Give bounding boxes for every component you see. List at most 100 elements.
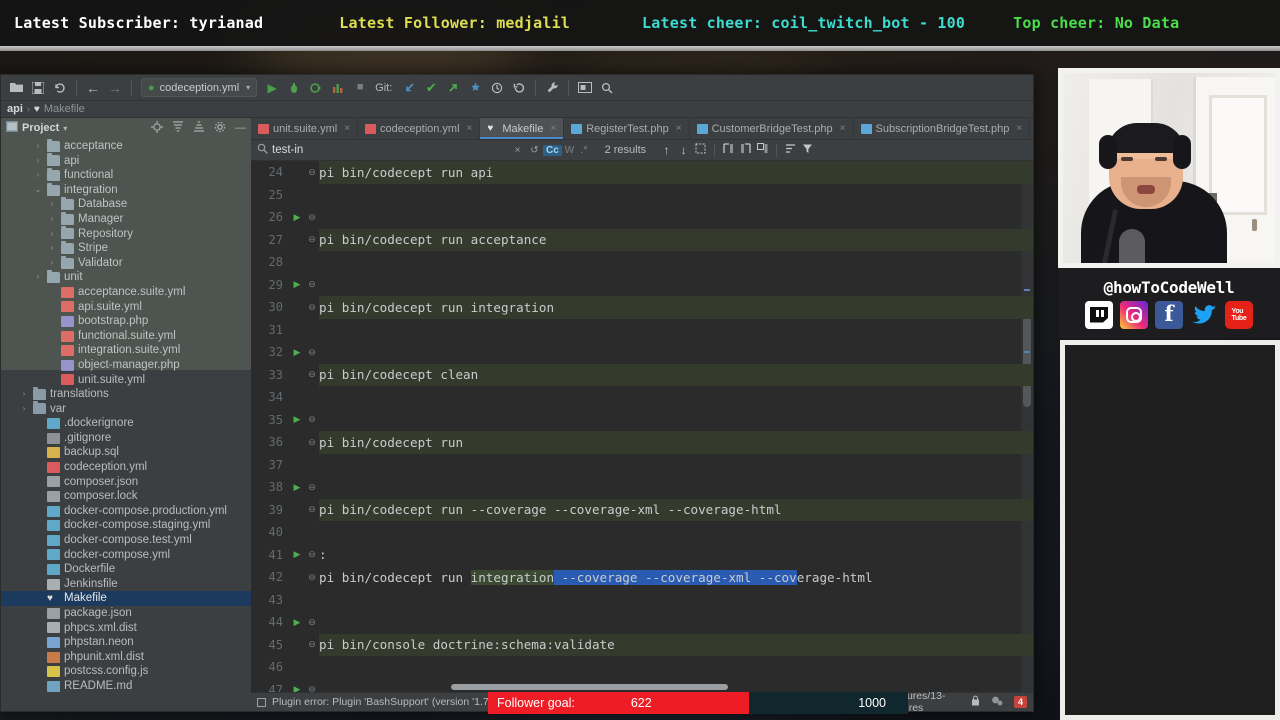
code-editor[interactable]: 24 ⊖ pi bin/codecept run api 25 26 ▶ ⊖ 27 ⊖ pi bi… bbox=[251, 161, 1033, 692]
close-icon[interactable]: × bbox=[550, 123, 556, 134]
fold-marker-icon[interactable]: ⊖ bbox=[305, 549, 319, 560]
tree-toggle-icon[interactable]: › bbox=[47, 241, 57, 256]
tree-item-readme-md[interactable]: README.md bbox=[1, 679, 251, 694]
editor-tab-registertest-php[interactable]: RegisterTest.php × bbox=[564, 118, 690, 139]
tree-item--dockerignore[interactable]: .dockerignore bbox=[1, 416, 251, 431]
code-line[interactable]: 25 bbox=[251, 184, 1033, 207]
tree-toggle-icon[interactable]: › bbox=[19, 387, 29, 402]
tree-item-docker-compose-yml[interactable]: docker-compose.yml bbox=[1, 548, 251, 563]
tree-toggle-icon[interactable]: › bbox=[47, 212, 57, 227]
tree-item-functional[interactable]: › functional bbox=[1, 167, 251, 183]
run-button[interactable]: ▶ bbox=[261, 77, 283, 99]
editor-tab-customerbridgetest-php[interactable]: CustomerBridgeTest.php × bbox=[690, 118, 854, 139]
fold-marker-icon[interactable]: ⊖ bbox=[305, 414, 319, 425]
run-target-gutter-icon[interactable]: ▶ bbox=[289, 212, 305, 223]
code-line[interactable]: 30 ⊖ pi bin/codecept run integration bbox=[251, 296, 1033, 319]
run-target-gutter-icon[interactable]: ▶ bbox=[289, 684, 305, 692]
tree-toggle-icon[interactable]: › bbox=[33, 270, 43, 285]
close-icon[interactable]: × bbox=[467, 123, 473, 134]
fold-marker-icon[interactable]: ⊖ bbox=[305, 167, 319, 178]
run-configuration-selector[interactable]: ● codeception.yml ▾ bbox=[141, 78, 258, 97]
select-all-occurrences-icon[interactable] bbox=[692, 143, 709, 157]
fold-marker-icon[interactable]: ⊖ bbox=[305, 302, 319, 313]
fold-marker-icon[interactable]: ⊖ bbox=[305, 639, 319, 650]
nav-back-icon[interactable]: ← bbox=[82, 77, 104, 99]
tree-toggle-icon[interactable]: › bbox=[47, 256, 57, 271]
code-line[interactable]: 38 ▶ ⊖ bbox=[251, 476, 1033, 499]
fold-marker-icon[interactable]: ⊖ bbox=[305, 279, 319, 290]
filter-icon[interactable] bbox=[799, 143, 816, 157]
twitch-icon[interactable] bbox=[1085, 300, 1113, 329]
hide-panel-icon[interactable]: — bbox=[235, 122, 246, 134]
editor-tab-makefile[interactable]: ♥ Makefile × bbox=[480, 118, 565, 139]
editor-tab-unit-suite-yml[interactable]: unit.suite.yml × bbox=[251, 118, 359, 139]
tree-item-jenkinsfile[interactable]: Jenkinsfile bbox=[1, 577, 251, 592]
git-shelve-icon[interactable] bbox=[464, 77, 486, 99]
debug-icon[interactable] bbox=[283, 77, 305, 99]
tree-item-api[interactable]: › api bbox=[1, 153, 251, 169]
tree-item-integration-suite-yml[interactable]: integration.suite.yml bbox=[1, 343, 251, 358]
code-line[interactable]: 32 ▶ ⊖ bbox=[251, 341, 1033, 364]
expand-all-icon[interactable] bbox=[172, 120, 184, 136]
breadcrumb-root[interactable]: api bbox=[7, 103, 23, 115]
tree-item-repository[interactable]: › Repository bbox=[1, 226, 251, 242]
whole-words-toggle[interactable]: W bbox=[562, 145, 577, 156]
tree-item-manager[interactable]: › Manager bbox=[1, 211, 251, 227]
instagram-icon[interactable] bbox=[1120, 300, 1148, 329]
close-icon[interactable]: × bbox=[1016, 123, 1022, 134]
youtube-icon[interactable]: You Tube bbox=[1225, 300, 1253, 329]
editor-tab-codeception-yml[interactable]: codeception.yml × bbox=[358, 118, 481, 139]
fold-marker-icon[interactable]: ⊖ bbox=[305, 369, 319, 380]
code-line[interactable]: 40 bbox=[251, 521, 1033, 544]
close-icon[interactable]: × bbox=[344, 123, 350, 134]
run-target-gutter-icon[interactable]: ▶ bbox=[289, 347, 305, 358]
regex-toggle[interactable]: .* bbox=[577, 144, 590, 156]
tree-item-functional-suite-yml[interactable]: functional.suite.yml bbox=[1, 329, 251, 344]
tree-item-phpstan-neon[interactable]: phpstan.neon bbox=[1, 635, 251, 650]
code-line[interactable]: 24 ⊖ pi bin/codecept run api bbox=[251, 161, 1033, 184]
find-previous-icon[interactable]: ↑ bbox=[658, 143, 675, 157]
in-selection-icon[interactable] bbox=[720, 143, 737, 157]
tree-item-docker-compose-production-yml[interactable]: docker-compose.production.yml bbox=[1, 504, 251, 519]
fold-marker-icon[interactable]: ⊖ bbox=[305, 504, 319, 515]
tree-item-composer-lock[interactable]: composer.lock bbox=[1, 489, 251, 504]
tree-toggle-icon[interactable]: › bbox=[33, 139, 43, 154]
wrench-icon[interactable] bbox=[541, 77, 563, 99]
tree-toggle-icon[interactable]: › bbox=[47, 227, 57, 242]
gear-icon[interactable] bbox=[214, 121, 226, 136]
git-rollback-icon[interactable] bbox=[508, 77, 530, 99]
code-line[interactable]: 35 ▶ ⊖ bbox=[251, 409, 1033, 432]
fold-marker-icon[interactable]: ⊖ bbox=[305, 234, 319, 245]
code-line[interactable]: 26 ▶ ⊖ bbox=[251, 206, 1033, 229]
code-line[interactable]: 37 bbox=[251, 454, 1033, 477]
project-file-tree[interactable]: › acceptance › api › functional ⌄ integration › D… bbox=[1, 138, 251, 711]
search-input[interactable]: test-in bbox=[257, 143, 509, 157]
code-line[interactable]: 45 ⊖ pi bin/console doctrine:schema:valida… bbox=[251, 633, 1033, 656]
code-line[interactable]: 44 ▶ ⊖ bbox=[251, 611, 1033, 634]
run-target-gutter-icon[interactable]: ▶ bbox=[289, 617, 305, 628]
horizontal-scrollbar[interactable] bbox=[451, 684, 728, 690]
inspection-level-icon[interactable] bbox=[991, 695, 1003, 709]
editor-tab-bootstrap-php[interactable]: bootstrap.php× bbox=[1030, 118, 1033, 139]
code-line[interactable]: 29 ▶ ⊖ bbox=[251, 274, 1033, 297]
tree-item-bootstrap-php[interactable]: bootstrap.php bbox=[1, 314, 251, 329]
code-line[interactable]: 43 bbox=[251, 589, 1033, 612]
chevron-down-icon[interactable]: ▾ bbox=[63, 124, 67, 133]
tree-item-stripe[interactable]: › Stripe bbox=[1, 240, 251, 256]
git-push-icon[interactable] bbox=[442, 77, 464, 99]
match-case-toggle[interactable]: Cc bbox=[543, 144, 562, 156]
search-history-icon[interactable]: ↺ bbox=[526, 145, 543, 156]
tree-toggle-icon[interactable]: › bbox=[33, 154, 43, 169]
tree-item-composer-json[interactable]: composer.json bbox=[1, 475, 251, 490]
tree-item-phpcs-xml-dist[interactable]: phpcs.xml.dist bbox=[1, 621, 251, 636]
tree-item-api-suite-yml[interactable]: api.suite.yml bbox=[1, 300, 251, 315]
editor-tab-subscriptionbridgetest-php[interactable]: SubscriptionBridgeTest.php × bbox=[854, 118, 1031, 139]
tree-item-unit[interactable]: › unit bbox=[1, 270, 251, 285]
code-line[interactable]: 41 ▶ ⊖: bbox=[251, 544, 1033, 567]
sync-icon[interactable] bbox=[49, 77, 71, 99]
run-target-gutter-icon[interactable]: ▶ bbox=[289, 549, 305, 560]
read-only-lock-icon[interactable] bbox=[971, 695, 980, 709]
close-icon[interactable]: × bbox=[840, 123, 846, 134]
collapse-all-icon[interactable] bbox=[193, 120, 205, 136]
tree-toggle-icon[interactable]: › bbox=[47, 197, 57, 212]
